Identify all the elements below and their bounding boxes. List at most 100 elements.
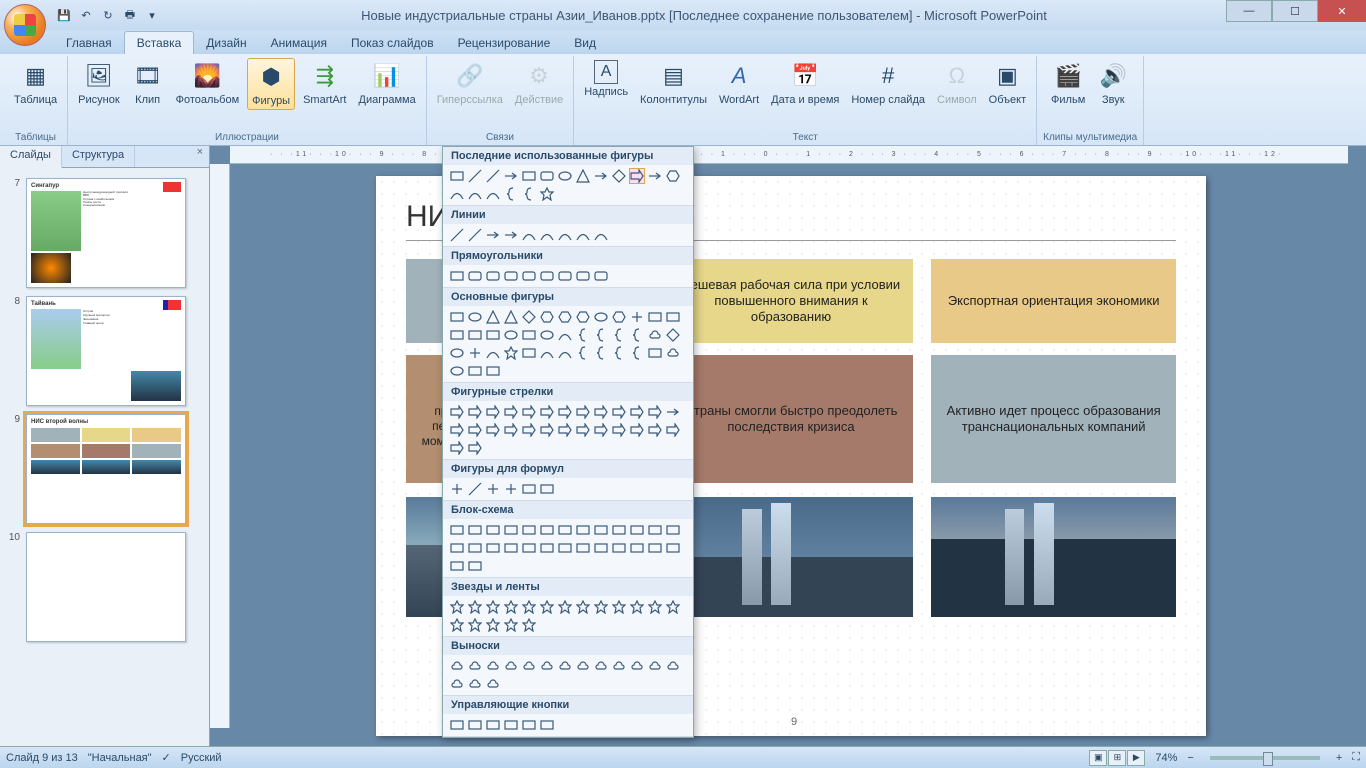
zoom-in-button[interactable]: + (1336, 752, 1342, 764)
shape-option[interactable] (593, 522, 609, 538)
shape-option[interactable] (539, 658, 555, 674)
shape-option[interactable] (485, 599, 501, 615)
shape-option[interactable] (485, 717, 501, 733)
shape-option[interactable] (647, 404, 663, 420)
shape-option[interactable] (449, 617, 465, 633)
zoom-slider[interactable] (1210, 756, 1320, 760)
shape-option[interactable] (521, 522, 537, 538)
shape-option[interactable] (485, 363, 501, 379)
shape-option[interactable] (521, 599, 537, 615)
shape-option[interactable] (521, 404, 537, 420)
shape-option[interactable] (449, 522, 465, 538)
office-button[interactable] (4, 4, 46, 46)
shape-option[interactable] (575, 168, 591, 184)
shape-option[interactable] (467, 363, 483, 379)
shape-option[interactable] (449, 558, 465, 574)
shape-option[interactable] (521, 186, 537, 202)
shape-option[interactable] (539, 599, 555, 615)
shape-option[interactable] (449, 363, 465, 379)
card-5[interactable]: Страны смогли быстро преодолеть последст… (669, 355, 914, 483)
shape-option[interactable] (611, 404, 627, 420)
shape-option[interactable] (521, 327, 537, 343)
shape-option[interactable] (485, 404, 501, 420)
headerfooter-button[interactable]: ▤Колонтитулы (636, 58, 711, 108)
shape-option[interactable] (449, 168, 465, 184)
shape-option[interactable] (539, 481, 555, 497)
shape-option[interactable] (575, 404, 591, 420)
shape-option[interactable] (449, 676, 465, 692)
shape-option[interactable] (557, 599, 573, 615)
shape-option[interactable] (485, 676, 501, 692)
shape-option[interactable] (557, 327, 573, 343)
shape-option[interactable] (467, 440, 483, 456)
shape-option[interactable] (485, 309, 501, 325)
image-2[interactable] (669, 497, 914, 617)
slideshow-view-button[interactable]: ▶ (1127, 750, 1145, 766)
shape-option[interactable] (485, 168, 501, 184)
shape-option[interactable] (575, 540, 591, 556)
shape-option[interactable] (485, 481, 501, 497)
shape-option[interactable] (557, 658, 573, 674)
shape-option[interactable] (521, 309, 537, 325)
shape-option[interactable] (521, 345, 537, 361)
shape-option[interactable] (521, 227, 537, 243)
shape-option[interactable] (449, 327, 465, 343)
shape-option[interactable] (485, 345, 501, 361)
shape-option[interactable] (521, 168, 537, 184)
shapes-button[interactable]: ⬢Фигуры (247, 58, 295, 110)
shape-option[interactable] (485, 617, 501, 633)
shape-option[interactable] (485, 422, 501, 438)
shape-option[interactable] (593, 345, 609, 361)
shape-option[interactable] (593, 268, 609, 284)
shape-option[interactable] (665, 404, 681, 420)
shape-option[interactable] (503, 404, 519, 420)
shape-option[interactable] (629, 327, 645, 343)
shape-option[interactable] (503, 599, 519, 615)
thumb-10[interactable] (26, 532, 186, 642)
card-6[interactable]: Активно идет процесс образования трансна… (931, 355, 1176, 483)
shape-option[interactable] (449, 268, 465, 284)
picture-button[interactable]: 🖼Рисунок (74, 58, 124, 108)
shape-option[interactable] (575, 309, 591, 325)
shape-option[interactable] (629, 309, 645, 325)
shape-option[interactable] (539, 522, 555, 538)
shape-option[interactable] (611, 422, 627, 438)
maximize-button[interactable]: ☐ (1272, 0, 1318, 22)
shape-option[interactable] (665, 168, 681, 184)
shape-option[interactable] (611, 327, 627, 343)
shape-option[interactable] (593, 540, 609, 556)
album-button[interactable]: 🌄Фотоальбом (172, 58, 244, 108)
shape-option[interactable] (647, 345, 663, 361)
minimize-button[interactable]: — (1226, 0, 1272, 22)
shape-option[interactable] (647, 422, 663, 438)
thumb-8[interactable]: Тайвань ОстровКрупный экспортерЭкономика… (26, 296, 186, 406)
shape-option[interactable] (539, 717, 555, 733)
shape-option[interactable] (647, 522, 663, 538)
shape-option[interactable] (503, 717, 519, 733)
panel-close-icon[interactable]: × (191, 146, 209, 167)
shape-option[interactable] (449, 227, 465, 243)
shape-option[interactable] (449, 422, 465, 438)
shape-option[interactable] (485, 227, 501, 243)
fit-button[interactable]: ⛶ (1352, 751, 1360, 764)
shape-option[interactable] (503, 522, 519, 538)
shape-option[interactable] (539, 168, 555, 184)
shape-option[interactable] (575, 227, 591, 243)
shape-option[interactable] (647, 309, 663, 325)
shape-option[interactable] (665, 658, 681, 674)
shape-option[interactable] (485, 522, 501, 538)
shape-option[interactable] (665, 422, 681, 438)
thumb-7[interactable]: Сингапур Центр международной торговлиВВП… (26, 178, 186, 288)
panel-tab-outline[interactable]: Структура (62, 146, 135, 167)
shape-option[interactable] (665, 599, 681, 615)
shape-option[interactable] (467, 558, 483, 574)
shape-option[interactable] (467, 658, 483, 674)
undo-icon[interactable]: ↶ (76, 5, 96, 25)
shape-option[interactable] (521, 268, 537, 284)
chart-button[interactable]: 📊Диаграмма (355, 58, 420, 108)
datetime-button[interactable]: 📅Дата и время (767, 58, 843, 108)
shape-option[interactable] (575, 327, 591, 343)
shape-option[interactable] (467, 422, 483, 438)
tab-design[interactable]: Дизайн (194, 32, 258, 54)
thumb-9[interactable]: НИС второй волны (26, 414, 186, 524)
